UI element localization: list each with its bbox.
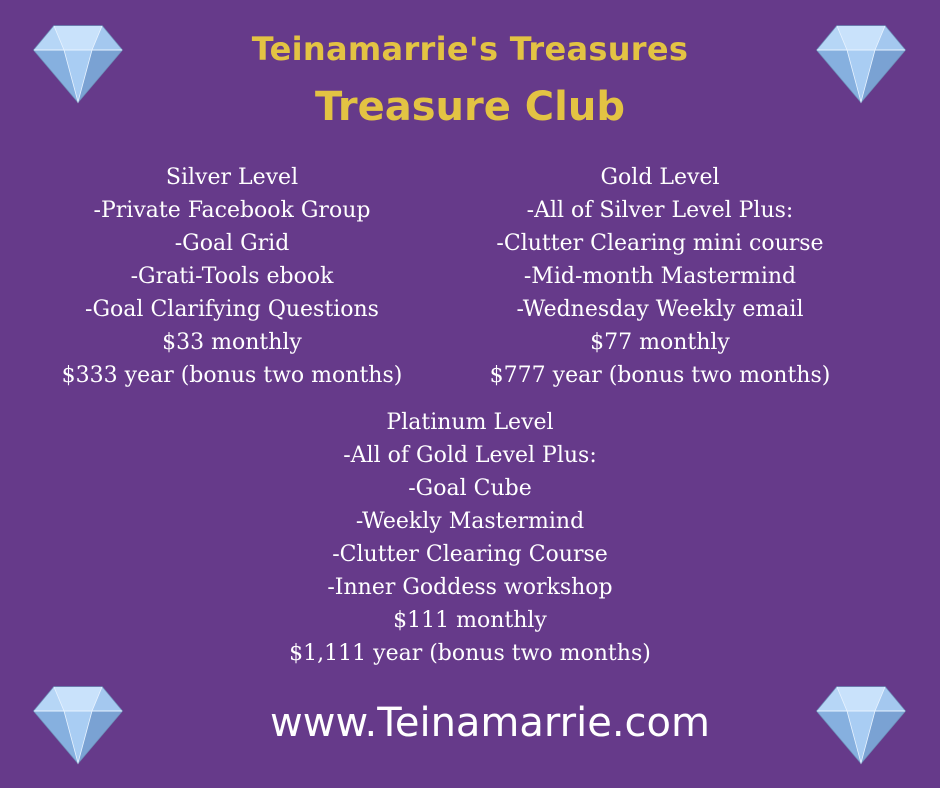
diamond-icon	[33, 686, 123, 765]
level-benefit: -Mid-month Mastermind	[523, 264, 797, 289]
level-benefit: -Clutter Clearing mini course	[496, 231, 824, 256]
yearly-price: $333 year (bonus two months)	[61, 363, 403, 388]
brand-title: Teinamarrie's Treasures	[251, 30, 689, 68]
diamond-icon	[816, 686, 906, 765]
yearly-price: $777 year (bonus two months)	[489, 363, 831, 388]
level-benefit: -Goal Grid	[174, 231, 290, 256]
platinum-level-block: Platinum Level -All of Gold Level Plus: …	[270, 406, 670, 670]
silver-level-block: Silver Level -Private Facebook Group -Go…	[32, 161, 432, 392]
gold-level-block: Gold Level -All of Silver Level Plus: -C…	[455, 161, 865, 392]
level-benefit: -Clutter Clearing Course	[332, 542, 608, 567]
level-heading: Silver Level	[165, 165, 299, 190]
level-benefit: -Goal Clarifying Questions	[85, 297, 379, 322]
diamond-icon	[33, 25, 123, 104]
monthly-price: $77 monthly	[590, 330, 730, 355]
club-title: Treasure Club	[315, 84, 625, 130]
level-benefit: -All of Silver Level Plus:	[526, 198, 794, 223]
diamond-icon	[816, 25, 906, 104]
level-benefit: -Wednesday Weekly email	[516, 297, 804, 322]
monthly-price: $111 monthly	[393, 608, 547, 633]
level-heading: Platinum Level	[386, 410, 554, 435]
monthly-price: $33 monthly	[162, 330, 302, 355]
level-benefit: -Private Facebook Group	[93, 198, 371, 223]
promo-graphic: Teinamarrie's Treasures Treasure Club Si…	[0, 0, 940, 788]
level-benefit: -All of Gold Level Plus:	[343, 443, 597, 468]
level-benefit: -Grati-Tools ebook	[130, 264, 334, 289]
website-url: www.Teinamarrie.com	[270, 700, 710, 746]
yearly-price: $1,111 year (bonus two months)	[289, 641, 651, 666]
level-benefit: -Goal Cube	[408, 476, 532, 501]
level-benefit: -Inner Goddess workshop	[327, 575, 613, 600]
level-heading: Gold Level	[600, 165, 720, 190]
level-benefit: -Weekly Mastermind	[355, 509, 585, 534]
